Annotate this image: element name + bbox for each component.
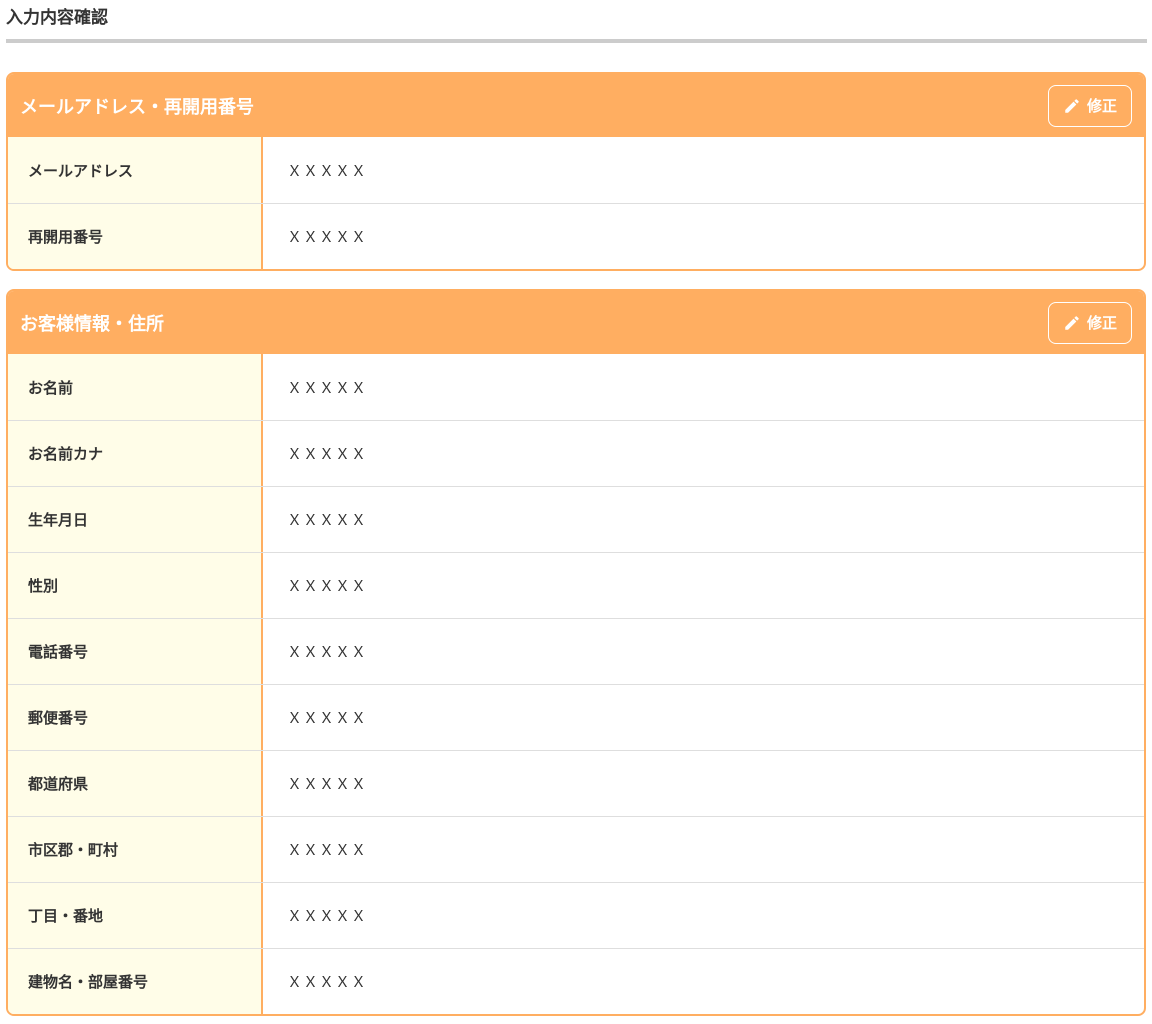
edit-customer-section-button[interactable]: 修正 — [1048, 301, 1132, 344]
table-row: 生年月日 ＸＸＸＸＸ — [8, 486, 1144, 552]
row-label-street: 丁目・番地 — [8, 883, 263, 948]
section-email-reopen: メールアドレス・再開用番号 修正 メールアドレス ＸＸＸＸＸ 再開用番号 ＸＸＸ… — [6, 72, 1146, 271]
table-row: 建物名・部屋番号 ＸＸＸＸＸ — [8, 948, 1144, 1014]
page-title: 入力内容確認 — [6, 6, 1147, 43]
table-row: メールアドレス ＸＸＸＸＸ — [8, 137, 1144, 203]
section-title: お客様情報・住所 — [20, 313, 164, 335]
row-value-gender: ＸＸＸＸＸ — [287, 577, 368, 595]
edit-button-label: 修正 — [1086, 97, 1117, 115]
row-label-city: 市区郡・町村 — [8, 817, 263, 882]
pencil-icon — [1065, 315, 1079, 330]
table-row: 性別 ＸＸＸＸＸ — [8, 552, 1144, 618]
table-row: 丁目・番地 ＸＸＸＸＸ — [8, 882, 1144, 948]
table-row: お名前 ＸＸＸＸＸ — [8, 354, 1144, 420]
row-label-phone: 電話番号 — [8, 619, 263, 684]
row-label-birthdate: 生年月日 — [8, 487, 263, 552]
table-row: 郵便番号 ＸＸＸＸＸ — [8, 684, 1144, 750]
row-value-reopen-number: ＸＸＸＸＸ — [287, 228, 368, 246]
row-label-gender: 性別 — [8, 553, 263, 618]
row-label-building: 建物名・部屋番号 — [8, 949, 263, 1014]
edit-email-section-button[interactable]: 修正 — [1048, 84, 1132, 127]
section-customer-address: お客様情報・住所 修正 お名前 ＸＸＸＸＸ お名前カナ ＸＸＸＸＸ 生年月日 Ｘ… — [6, 289, 1146, 1016]
table-row: 電話番号 ＸＸＸＸＸ — [8, 618, 1144, 684]
row-label-name-kana: お名前カナ — [8, 421, 263, 486]
row-value-phone: ＸＸＸＸＸ — [287, 643, 368, 661]
section-header: メールアドレス・再開用番号 修正 — [8, 74, 1144, 137]
table-row: 都道府県 ＸＸＸＸＸ — [8, 750, 1144, 816]
section-rows: お名前 ＸＸＸＸＸ お名前カナ ＸＸＸＸＸ 生年月日 ＸＸＸＸＸ 性別 ＸＸＸＸ… — [8, 354, 1144, 1014]
row-label-prefecture: 都道府県 — [8, 751, 263, 816]
row-value-birthdate: ＸＸＸＸＸ — [287, 511, 368, 529]
row-label-reopen-number: 再開用番号 — [8, 204, 263, 269]
table-row: 再開用番号 ＸＸＸＸＸ — [8, 203, 1144, 269]
table-row: 市区郡・町村 ＸＸＸＸＸ — [8, 816, 1144, 882]
row-label-name: お名前 — [8, 354, 263, 420]
table-row: お名前カナ ＸＸＸＸＸ — [8, 420, 1144, 486]
row-value-name: ＸＸＸＸＸ — [287, 378, 368, 397]
section-rows: メールアドレス ＸＸＸＸＸ 再開用番号 ＸＸＸＸＸ — [8, 137, 1144, 269]
edit-button-label: 修正 — [1086, 314, 1117, 332]
row-value-name-kana: ＸＸＸＸＸ — [287, 445, 368, 463]
row-value-building: ＸＸＸＸＸ — [287, 973, 368, 991]
row-value-street: ＸＸＸＸＸ — [287, 907, 368, 925]
section-title: メールアドレス・再開用番号 — [20, 96, 254, 118]
row-value-city: ＸＸＸＸＸ — [287, 841, 368, 859]
section-header: お客様情報・住所 修正 — [8, 291, 1144, 354]
row-value-postal-code: ＸＸＸＸＸ — [287, 709, 368, 727]
row-value-prefecture: ＸＸＸＸＸ — [287, 775, 368, 793]
pencil-icon — [1065, 98, 1079, 113]
row-label-postal-code: 郵便番号 — [8, 685, 263, 750]
row-value-email: ＸＸＸＸＸ — [287, 161, 368, 180]
row-label-email: メールアドレス — [8, 137, 263, 203]
